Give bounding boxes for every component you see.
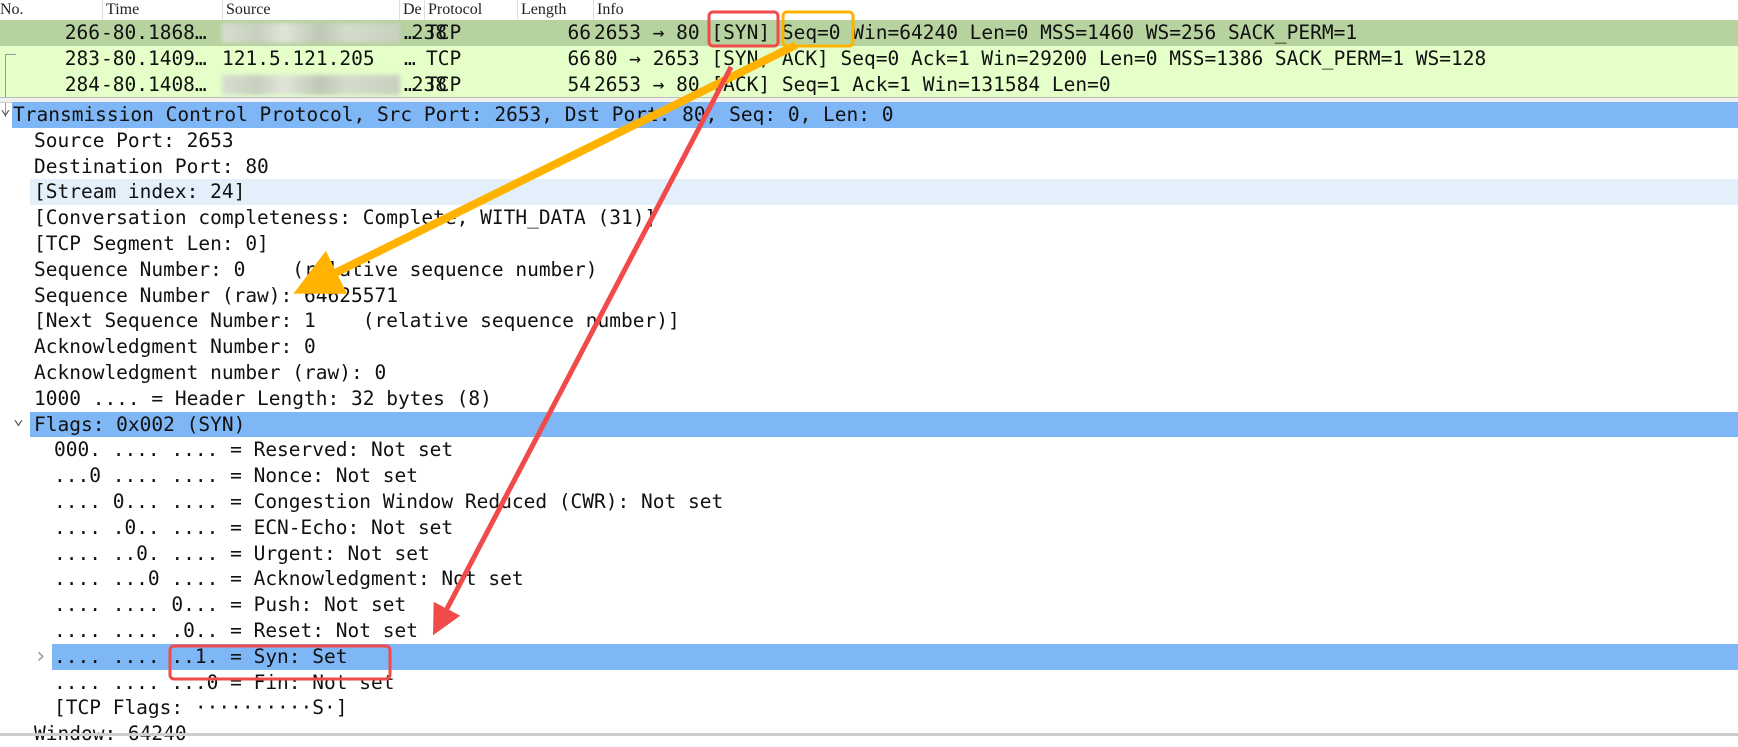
- packet-info: 2653 → 80 [ACK] Seq=1 Ack=1 Win=131584 L…: [594, 72, 1111, 96]
- tree-item-label: [Next Sequence Number: 1 (relative seque…: [34, 309, 680, 333]
- tree-item-label: 000. .... .... = Reserved: Not set: [54, 438, 454, 462]
- tree-item-acknowledgment-number-raw[interactable]: Acknowledgment number (raw): 0: [0, 360, 1738, 386]
- tree-item-label: Acknowledgment number (raw): 0: [34, 360, 387, 384]
- tree-item-next-sequence-number[interactable]: [Next Sequence Number: 1 (relative seque…: [0, 308, 1738, 334]
- tree-item-acknowledgment-number[interactable]: Acknowledgment Number: 0: [0, 334, 1738, 360]
- tree-item-sequence-number-raw[interactable]: Sequence Number (raw): 64625571: [0, 283, 1738, 309]
- chevron-right-icon[interactable]: ›: [34, 644, 47, 670]
- tree-item-flag-syn[interactable]: › .... .... ..1. = Syn: Set: [0, 643, 1738, 670]
- tree-item-tcp-segment-len[interactable]: [TCP Segment Len: 0]: [0, 231, 1738, 257]
- chevron-down-icon[interactable]: ⌄: [0, 96, 11, 122]
- chevron-down-icon[interactable]: ⌄: [13, 406, 24, 432]
- packet-time: -80.1409…: [101, 46, 207, 70]
- column-header-no[interactable]: No.: [0, 0, 24, 20]
- packet-info: 2653 → 80 [SYN] Seq=0 Win=64240 Len=0 MS…: [594, 21, 1358, 44]
- tree-item-label: [Conversation completeness: Complete, WI…: [34, 206, 657, 230]
- packet-destination: …: [404, 21, 416, 44]
- packet-no: 266: [64, 21, 100, 44]
- blurred-ip-mask: [222, 74, 400, 95]
- tree-item-label: Destination Port: 80: [34, 154, 269, 178]
- tree-item-flag-reset[interactable]: .... .... .0.. = Reset: Not set: [0, 618, 1738, 644]
- packet-length: 66: [567, 21, 591, 44]
- column-header-length[interactable]: Length: [517, 0, 566, 20]
- selection-highlight: [30, 411, 1738, 438]
- packet-destination: …: [404, 72, 416, 96]
- tree-item-label: .... .... ...0 = Fin: Not set: [54, 670, 395, 694]
- packet-row[interactable]: 266 -80.1868… .238 … TCP 66 2653 → 80 [S…: [0, 20, 1738, 46]
- packet-protocol: TCP: [426, 21, 462, 44]
- packet-protocol: TCP: [426, 72, 462, 96]
- tree-item-label: 1000 .... = Header Length: 32 bytes (8): [34, 386, 492, 410]
- tree-item-label: .... .... ..1. = Syn: Set: [54, 644, 348, 668]
- packet-time: -80.1408…: [101, 72, 207, 96]
- column-header-protocol[interactable]: Protocol: [424, 0, 482, 20]
- packet-no: 284: [64, 72, 100, 96]
- tree-item-source-port[interactable]: Source Port: 2653: [0, 128, 1738, 154]
- tree-item-label: .... .... .0.. = Reset: Not set: [54, 618, 418, 642]
- tree-item-label: .... .... 0... = Push: Not set: [54, 593, 407, 617]
- tree-item-label: [TCP Segment Len: 0]: [34, 231, 269, 255]
- column-header-source[interactable]: Source: [222, 0, 270, 20]
- tree-item-flag-reserved[interactable]: 000. .... .... = Reserved: Not set: [0, 437, 1738, 463]
- packet-length: 54: [567, 72, 591, 96]
- tree-item-flag-fin[interactable]: .... .... ...0 = Fin: Not set: [0, 670, 1738, 696]
- tree-item-header-length[interactable]: 1000 .... = Header Length: 32 bytes (8): [0, 386, 1738, 412]
- column-header-info[interactable]: Info: [593, 0, 624, 20]
- tree-item-tcp-header[interactable]: ⌄ Transmission Control Protocol, Src Port…: [0, 98, 1738, 128]
- tree-item-stream-index[interactable]: [Stream index: 24]: [0, 179, 1738, 206]
- tree-item-tcp-flags[interactable]: [TCP Flags: ··········S·]: [0, 695, 1738, 721]
- packet-time: -80.1868…: [101, 21, 207, 44]
- packet-list: 266 -80.1868… .238 … TCP 66 2653 → 80 [S…: [0, 20, 1738, 117]
- tree-item-flag-ecn-echo[interactable]: .... .0.. .... = ECN-Echo: Not set: [0, 515, 1738, 541]
- packet-info: 80 → 2653 [SYN, ACK] Seq=0 Ack=1 Win=292…: [594, 46, 1487, 70]
- tree-item-label: .... ...0 .... = Acknowledgment: Not set: [54, 567, 524, 591]
- tree-item-label: [Stream index: 24]: [34, 180, 246, 204]
- tree-item-label: .... 0... .... = Congestion Window Reduc…: [54, 489, 724, 513]
- tree-item-label: Sequence Number: 0 (relative sequence nu…: [34, 257, 598, 281]
- packet-destination: …: [404, 46, 416, 70]
- tree-item-label: Flags: 0x002 (SYN): [34, 412, 246, 436]
- tree-item-label: ...0 .... .... = Nonce: Not set: [54, 464, 418, 488]
- packet-details-tree: ⌄ Transmission Control Protocol, Src Port…: [0, 98, 1738, 747]
- packet-length: 66: [567, 46, 591, 70]
- tree-item-label: .... .0.. .... = ECN-Echo: Not set: [54, 515, 454, 539]
- tree-item-label: .... ..0. .... = Urgent: Not set: [54, 541, 430, 565]
- tree-item-label: [TCP Flags: ··········S·]: [54, 696, 348, 720]
- tree-item-label: Sequence Number (raw): 64625571: [34, 283, 398, 307]
- tree-item-label: Source Port: 2653: [34, 128, 234, 152]
- packet-list-header: No. Time Source De Protocol Length Info: [0, 0, 1738, 21]
- packet-row[interactable]: 284 -80.1408… .238 … TCP 54 2653 → 80 [A…: [0, 71, 1738, 98]
- tree-item-flag-urgent[interactable]: .... ..0. .... = Urgent: Not set: [0, 541, 1738, 567]
- packet-row[interactable]: 283 -80.1409… 121.5.121.205 … TCP 66 80 …: [0, 45, 1738, 72]
- tree-item-flag-nonce[interactable]: ...0 .... .... = Nonce: Not set: [0, 463, 1738, 489]
- packet-source: 121.5.121.205: [222, 46, 375, 70]
- packet-protocol: TCP: [426, 46, 462, 70]
- tree-item-flag-push[interactable]: .... .... 0... = Push: Not set: [0, 592, 1738, 618]
- tree-item-flag-cwr[interactable]: .... 0... .... = Congestion Window Reduc…: [0, 489, 1738, 515]
- column-header-destination[interactable]: De: [399, 0, 422, 20]
- blurred-ip-mask: [222, 23, 400, 43]
- tree-item-sequence-number[interactable]: Sequence Number: 0 (relative sequence nu…: [0, 257, 1738, 283]
- tree-item-conversation-completeness[interactable]: [Conversation completeness: Complete, WI…: [0, 205, 1738, 231]
- tree-item-label: Transmission Control Protocol, Src Port:…: [13, 103, 894, 126]
- tree-item-flags[interactable]: ⌄ Flags: 0x002 (SYN): [0, 408, 1738, 438]
- tree-item-flag-ack[interactable]: .... ...0 .... = Acknowledgment: Not set: [0, 566, 1738, 592]
- tree-item-label: Acknowledgment Number: 0: [34, 335, 316, 359]
- tree-item-destination-port[interactable]: Destination Port: 80: [0, 154, 1738, 180]
- packet-no: 283: [64, 46, 100, 70]
- column-header-time[interactable]: Time: [102, 0, 139, 20]
- hover-highlight: [30, 179, 1738, 206]
